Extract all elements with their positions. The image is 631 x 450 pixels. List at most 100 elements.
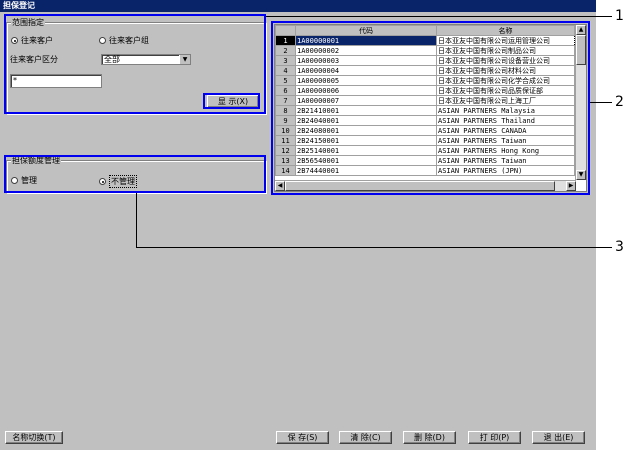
radio-customer-group[interactable]: 往来客户组: [99, 35, 149, 46]
table-row[interactable]: 3 1A00000003 日本亚友中国有限公司设备营业公司: [275, 55, 575, 66]
delete-button[interactable]: 删 除(D): [403, 431, 456, 444]
code-cell[interactable]: 1A00000007: [295, 95, 437, 106]
callout-number-1: 1: [615, 8, 624, 24]
code-cell[interactable]: 1A00000002: [295, 45, 437, 56]
callout-number-3: 3: [615, 239, 624, 255]
customer-grid[interactable]: 代码 名称 1 1A00000001 日本亚友中国有限公司运用管理公司 2 1A0000…: [274, 24, 587, 192]
row-number-cell[interactable]: 7: [275, 95, 296, 106]
radio-selected-icon: [11, 37, 18, 44]
customer-category-select[interactable]: 全部 ▼: [101, 54, 191, 65]
radio-manage-label: 管理: [21, 176, 37, 185]
row-number-cell[interactable]: 5: [275, 75, 296, 86]
row-number-cell[interactable]: 14: [275, 165, 296, 176]
table-row[interactable]: 9 2B24040001 ASIAN PARTNERS Thailand: [275, 115, 575, 126]
horizontal-scrollbar[interactable]: ◀ ▶: [275, 180, 576, 191]
table-row[interactable]: 1 1A00000001 日本亚友中国有限公司运用管理公司: [275, 35, 575, 46]
name-cell[interactable]: ASIAN PARTNERS CANADA: [436, 125, 575, 136]
guarantee-registration-window: 担保登记 范围指定 往来客户 往来客户组 往来客户区分 全部 ▼ * 显 示(X…: [0, 0, 596, 450]
name-cell[interactable]: ASIAN PARTNERS Thailand: [436, 115, 575, 126]
row-number-cell[interactable]: 2: [275, 45, 296, 56]
guarantee-limit-group-title: 担保额度管理: [11, 155, 61, 166]
radio-customer-label: 往来客户: [21, 36, 53, 45]
table-row[interactable]: 6 1A00000006 日本亚友中国有限公司品质保证部: [275, 85, 575, 96]
customer-category-label: 往来客户区分: [10, 55, 58, 64]
guarantee-limit-group: 担保额度管理 管理 不管理: [6, 155, 266, 193]
name-cell[interactable]: 日本亚友中国有限公司上海工厂: [436, 95, 575, 106]
table-row[interactable]: 8 2B21410001 ASIAN PARTNERS Malaysia: [275, 105, 575, 116]
table-row[interactable]: 13 2B56540001 ASIAN PARTNERS Taiwan: [275, 155, 575, 166]
radio-no-manage[interactable]: 不管理: [99, 175, 137, 188]
column-header-rownum: [275, 25, 296, 36]
switch-name-button[interactable]: 名称切换(T): [5, 431, 63, 444]
row-number-cell[interactable]: 12: [275, 145, 296, 156]
row-number-cell[interactable]: 10: [275, 125, 296, 136]
customer-code-input[interactable]: *: [10, 74, 102, 88]
radio-unselected-icon: [11, 177, 18, 184]
radio-selected-icon: [99, 178, 106, 185]
show-button[interactable]: 显 示(X): [207, 95, 259, 108]
name-cell[interactable]: ASIAN PARTNERS Taiwan: [436, 135, 575, 146]
row-number-cell[interactable]: 8: [275, 105, 296, 116]
code-cell[interactable]: 1A00000001: [295, 35, 437, 46]
radio-customer[interactable]: 往来客户: [11, 35, 53, 46]
code-cell[interactable]: 2B21410001: [295, 105, 437, 116]
table-row[interactable]: 4 1A00000004 日本亚友中国有限公司材料公司: [275, 65, 575, 76]
clear-button[interactable]: 清 除(C): [339, 431, 392, 444]
row-number-cell[interactable]: 13: [275, 155, 296, 166]
code-cell[interactable]: 1A00000004: [295, 65, 437, 76]
code-cell[interactable]: 2B24040001: [295, 115, 437, 126]
name-cell[interactable]: ASIAN PARTNERS Hong Kong: [436, 145, 575, 156]
name-cell[interactable]: 日本亚友中国有限公司设备营业公司: [436, 55, 575, 66]
table-row[interactable]: 10 2B24080001 ASIAN PARTNERS CANADA: [275, 125, 575, 136]
code-cell[interactable]: 2B25140001: [295, 145, 437, 156]
print-button[interactable]: 打 印(P): [468, 431, 521, 444]
callout-line-1: [266, 16, 612, 17]
code-cell[interactable]: 2B24080001: [295, 125, 437, 136]
scroll-up-icon[interactable]: ▲: [576, 25, 586, 35]
column-header-code[interactable]: 代码: [295, 25, 437, 36]
save-button[interactable]: 保 存(S): [276, 431, 329, 444]
code-cell[interactable]: 2B24150001: [295, 135, 437, 146]
code-cell[interactable]: 2B74440001: [295, 165, 437, 176]
code-cell[interactable]: 1A00000005: [295, 75, 437, 86]
radio-manage[interactable]: 管理: [11, 175, 37, 186]
table-row[interactable]: 14 2B74440001 ASIAN PARTNERS (JPN): [275, 165, 575, 176]
table-row[interactable]: 5 1A00000005 日本亚友中国有限公司化学合成公司: [275, 75, 575, 86]
name-cell[interactable]: 日本亚友中国有限公司品质保证部: [436, 85, 575, 96]
chevron-down-icon[interactable]: ▼: [179, 55, 190, 64]
name-cell[interactable]: ASIAN PARTNERS Malaysia: [436, 105, 575, 116]
code-cell[interactable]: 1A00000003: [295, 55, 437, 66]
callout-line-2: [590, 102, 612, 103]
callout-line-3-horizontal: [136, 247, 612, 248]
customer-category-value: 全部: [104, 55, 120, 64]
row-number-cell[interactable]: 6: [275, 85, 296, 96]
radio-unselected-icon: [99, 37, 106, 44]
exit-button[interactable]: 退 出(E): [532, 431, 585, 444]
table-row[interactable]: 7 1A00000007 日本亚友中国有限公司上海工厂: [275, 95, 575, 106]
row-number-cell[interactable]: 11: [275, 135, 296, 146]
table-row[interactable]: 12 2B25140001 ASIAN PARTNERS Hong Kong: [275, 145, 575, 156]
table-row[interactable]: 2 1A00000002 日本亚友中国有限公司制品公司: [275, 45, 575, 56]
name-cell[interactable]: 日本亚友中国有限公司化学合成公司: [436, 75, 575, 86]
code-cell[interactable]: 2B56540001: [295, 155, 437, 166]
scroll-left-icon[interactable]: ◀: [275, 181, 285, 191]
name-cell[interactable]: 日本亚友中国有限公司制品公司: [436, 45, 575, 56]
window-title: 担保登记: [0, 0, 596, 12]
row-number-cell[interactable]: 3: [275, 55, 296, 66]
row-number-cell[interactable]: 4: [275, 65, 296, 76]
scroll-thumb-horizontal[interactable]: [285, 181, 555, 191]
name-cell[interactable]: ASIAN PARTNERS (JPN): [436, 165, 575, 176]
vertical-scrollbar[interactable]: ▲ ▼: [575, 25, 586, 180]
scroll-down-icon[interactable]: ▼: [576, 170, 586, 180]
name-cell[interactable]: 日本亚友中国有限公司材料公司: [436, 65, 575, 76]
name-cell[interactable]: 日本亚友中国有限公司运用管理公司: [436, 35, 575, 46]
scroll-right-icon[interactable]: ▶: [566, 181, 576, 191]
table-row[interactable]: 11 2B24150001 ASIAN PARTNERS Taiwan: [275, 135, 575, 146]
code-cell[interactable]: 1A00000006: [295, 85, 437, 96]
row-number-cell[interactable]: 9: [275, 115, 296, 126]
column-header-name[interactable]: 名称: [436, 25, 575, 36]
row-number-cell[interactable]: 1: [275, 35, 296, 46]
range-group: 范围指定 往来客户 往来客户组 往来客户区分 全部 ▼ * 显 示(X): [6, 17, 266, 114]
scroll-thumb[interactable]: [576, 35, 586, 65]
name-cell[interactable]: ASIAN PARTNERS Taiwan: [436, 155, 575, 166]
